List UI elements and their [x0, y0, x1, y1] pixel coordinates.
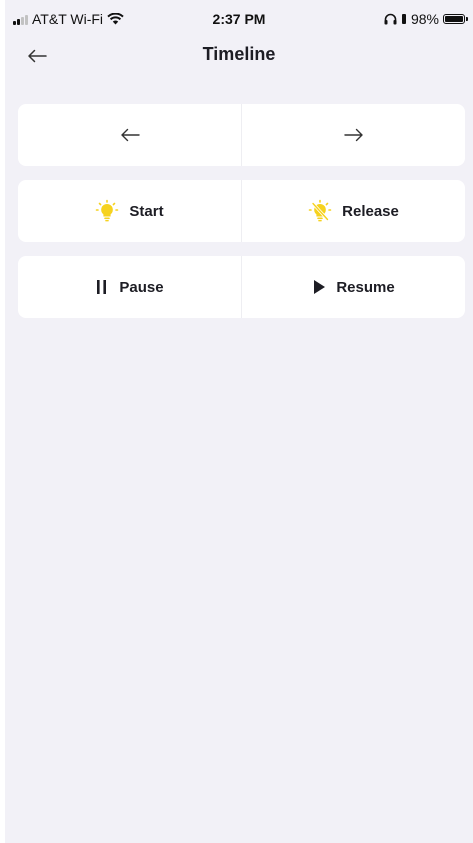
- next-button[interactable]: [242, 104, 465, 166]
- lightbulb-on-icon: [95, 199, 119, 223]
- arrow-left-icon: [120, 128, 140, 142]
- pause-button[interactable]: Pause: [18, 256, 241, 318]
- battery-level-fill: [445, 16, 463, 22]
- playback-card: Pause Resume: [18, 256, 465, 318]
- headphones-icon: [384, 13, 397, 25]
- status-bar: AT&T Wi-Fi 2:37 PM 98%: [5, 0, 473, 36]
- start-label: Start: [129, 202, 164, 220]
- resume-label: Resume: [336, 278, 395, 296]
- resume-button[interactable]: Resume: [242, 256, 465, 318]
- navigation-card: [18, 104, 465, 166]
- app-screen: AT&T Wi-Fi 2:37 PM 98% Timeline Start Re…: [5, 0, 473, 843]
- status-right: 98%: [384, 11, 468, 27]
- battery-icon: [443, 14, 468, 24]
- page-title: Timeline: [202, 44, 276, 64]
- play-icon: [312, 279, 326, 295]
- pause-label: Pause: [119, 278, 164, 296]
- light-control-card: Start Release: [18, 180, 465, 242]
- nav-bar: Timeline: [5, 36, 473, 76]
- arrow-right-icon: [343, 128, 364, 142]
- release-label: Release: [342, 202, 399, 220]
- release-button[interactable]: Release: [242, 180, 465, 242]
- previous-button[interactable]: [18, 104, 241, 166]
- start-button[interactable]: Start: [18, 180, 241, 242]
- pause-icon: [95, 279, 109, 295]
- lightbulb-off-icon: [308, 199, 332, 223]
- battery-percent: 98%: [410, 11, 439, 27]
- orientation-lock-icon: [401, 13, 407, 25]
